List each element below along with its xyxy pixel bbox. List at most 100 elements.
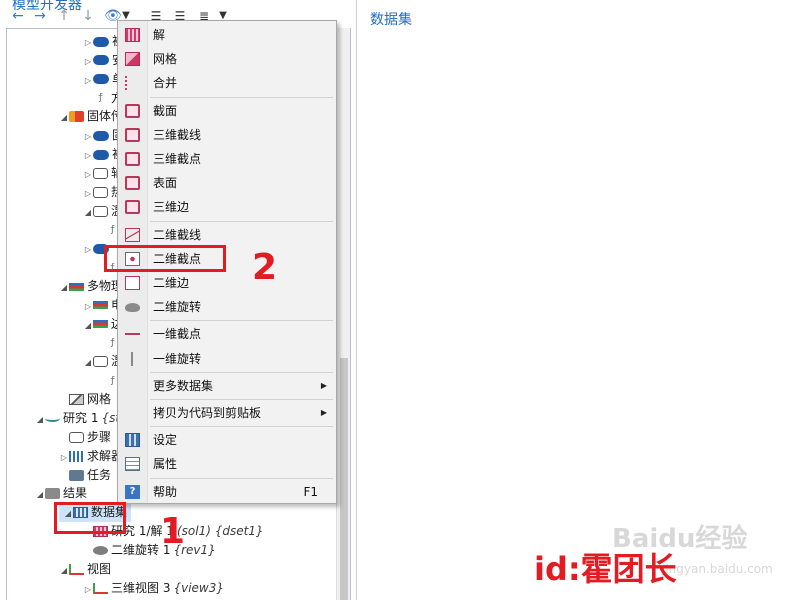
- results-icon: [45, 488, 60, 500]
- tree-item[interactable]: ◢ 结果: [35, 483, 87, 503]
- blue-node-icon: [93, 130, 109, 141]
- menu-item-label: 表面: [153, 176, 178, 191]
- tree-item-label: 视图: [87, 561, 112, 576]
- step2-highlight-box: [104, 245, 226, 272]
- equation-icon: ƒ: [97, 93, 104, 104]
- view-icon: [69, 563, 84, 575]
- settings-title: 数据集: [370, 12, 412, 28]
- menu-item-solution[interactable]: 解: [118, 23, 336, 47]
- multiphysics-icon: [93, 301, 108, 310]
- author-watermark: id:霍团长: [534, 550, 677, 588]
- solid-heat-icon: [69, 111, 84, 123]
- tree-expander-icon[interactable]: ◢: [35, 485, 45, 505]
- arrow-up-icon[interactable]: ↑: [56, 6, 72, 26]
- tree-item-label: 研究 1: [63, 411, 99, 425]
- cut-line-2d-icon: [125, 227, 140, 242]
- tree-item[interactable]: ◢ 研究 1 {st: [35, 408, 120, 428]
- menu-item-label: 更多数据集: [153, 378, 214, 393]
- tree-scrollbar[interactable]: [336, 28, 350, 600]
- blue-node-icon: [93, 55, 109, 66]
- menu-separator: [150, 426, 333, 428]
- arrow-left-icon[interactable]: ←: [10, 6, 26, 26]
- menu-item-help[interactable]: ? 帮助 F1: [118, 480, 336, 504]
- solution-icon: [125, 28, 140, 42]
- tree-item[interactable]: ◢ 多物理: [59, 276, 123, 296]
- study-icon: [45, 415, 60, 422]
- cut-line-3d-icon: [125, 127, 140, 142]
- multiphysics-icon: [93, 320, 108, 329]
- tree-item[interactable]: 步骤: [59, 427, 111, 447]
- menu-item-label: 二维边: [153, 276, 190, 290]
- outline-node-icon: [93, 205, 108, 217]
- mesh-icon: [69, 394, 84, 406]
- menu-item-surface[interactable]: 表面: [118, 171, 336, 195]
- menu-item-revolution-2d[interactable]: 二维旋转: [118, 295, 336, 319]
- tree-item-label: 任务: [87, 467, 112, 482]
- menu-item-cut-point-3d[interactable]: 三维截点: [118, 147, 336, 171]
- menu-item-label: 属性: [153, 457, 178, 472]
- menu-separator: [150, 220, 333, 222]
- revolution-2d-icon: [125, 303, 140, 313]
- revolution-1d-icon: [131, 351, 133, 366]
- menu-separator: [150, 371, 333, 373]
- menu-item-cut-line-2d[interactable]: 二维截线: [118, 223, 336, 247]
- menu-item-edge-3d[interactable]: 三维边: [118, 195, 336, 219]
- scrollbar-thumb[interactable]: [340, 358, 348, 600]
- tree-item-label: 三维视图 3: [111, 580, 171, 595]
- menu-item-label: 二维截线: [153, 227, 202, 242]
- tree-expander-icon[interactable]: ◢: [35, 410, 45, 430]
- menu-item-edge-2d[interactable]: 二维边: [118, 271, 336, 295]
- tree-expander-icon[interactable]: ◢: [83, 353, 93, 373]
- menu-item-mesh[interactable]: 网格: [118, 47, 336, 71]
- menu-separator: [150, 96, 333, 98]
- tree-item[interactable]: ◢ 固体传: [59, 106, 123, 126]
- menu-item-label: 拷贝为代码到剪贴板: [153, 406, 262, 420]
- tree-expander-icon[interactable]: ▷: [83, 240, 93, 260]
- tree-item-tag: (sol1) {dset1}: [176, 524, 264, 539]
- tree-expander-icon[interactable]: ◢: [59, 561, 69, 581]
- tree-expander-icon[interactable]: ◢: [59, 278, 69, 298]
- step1-highlight-box: [54, 502, 126, 534]
- menu-separator: [150, 477, 333, 479]
- menu-item-properties[interactable]: 属性: [118, 452, 336, 476]
- menu-separator: [150, 399, 333, 400]
- tree-expander-icon[interactable]: ◢: [83, 316, 93, 336]
- arrow-right-icon[interactable]: →: [32, 6, 48, 26]
- menu-item-label: 三维截线: [153, 127, 202, 142]
- menu-item-settings[interactable]: 设定: [118, 428, 336, 452]
- join-icon: [125, 76, 140, 91]
- tree-item[interactable]: ▷ 三维视图 3 {view3}: [83, 578, 224, 598]
- outline-node-icon: [93, 186, 108, 198]
- menu-item-cut-line-3d[interactable]: 三维截线: [118, 123, 336, 147]
- step2-label: 2: [252, 247, 278, 288]
- tree-expander-icon[interactable]: ◢: [83, 203, 93, 223]
- step1-label: 1: [160, 511, 186, 552]
- menu-item-label: 网格: [153, 52, 178, 67]
- menu-item-cut-point-1d[interactable]: 一维截点: [118, 322, 336, 346]
- step-icon: [69, 431, 84, 443]
- tree-item[interactable]: 二维旋转 1 {rev1}: [83, 540, 216, 560]
- tree-expander-icon[interactable]: ▷: [83, 580, 93, 600]
- menu-separator: [150, 320, 333, 322]
- arrow-down-icon[interactable]: ↓: [80, 6, 96, 26]
- tree-item-label: 网格: [87, 392, 112, 407]
- menu-item-label: 解: [153, 28, 166, 42]
- menu-item-revolution-1d[interactable]: 一维旋转: [118, 347, 336, 371]
- menu-item-label: 三维边: [153, 200, 190, 215]
- tree-expander-icon[interactable]: ◢: [59, 108, 69, 128]
- menu-item-submenu[interactable]: 拷贝为代码到剪贴板 ▶: [118, 401, 336, 425]
- tree-item[interactable]: 任务: [59, 465, 111, 485]
- multiphysics-icon: [69, 282, 84, 291]
- menu-item-submenu[interactable]: 更多数据集 ▶: [118, 374, 336, 398]
- menu-shortcut: F1: [303, 484, 318, 499]
- tree-item[interactable]: ▷ 求解器: [59, 446, 123, 466]
- tree-item[interactable]: ◢ 视图: [59, 559, 111, 579]
- tree-item-label: 结果: [63, 486, 88, 501]
- submenu-arrow-icon: ▶: [320, 408, 327, 417]
- menu-item-label: 帮助: [153, 484, 178, 499]
- menu-item-join[interactable]: 合并: [118, 71, 336, 95]
- cut-plane-icon: [125, 103, 140, 118]
- tree-item-label: 步骤: [87, 429, 112, 444]
- menu-item-cut-plane[interactable]: 截面: [118, 99, 336, 123]
- tree-item[interactable]: 网格: [59, 389, 111, 409]
